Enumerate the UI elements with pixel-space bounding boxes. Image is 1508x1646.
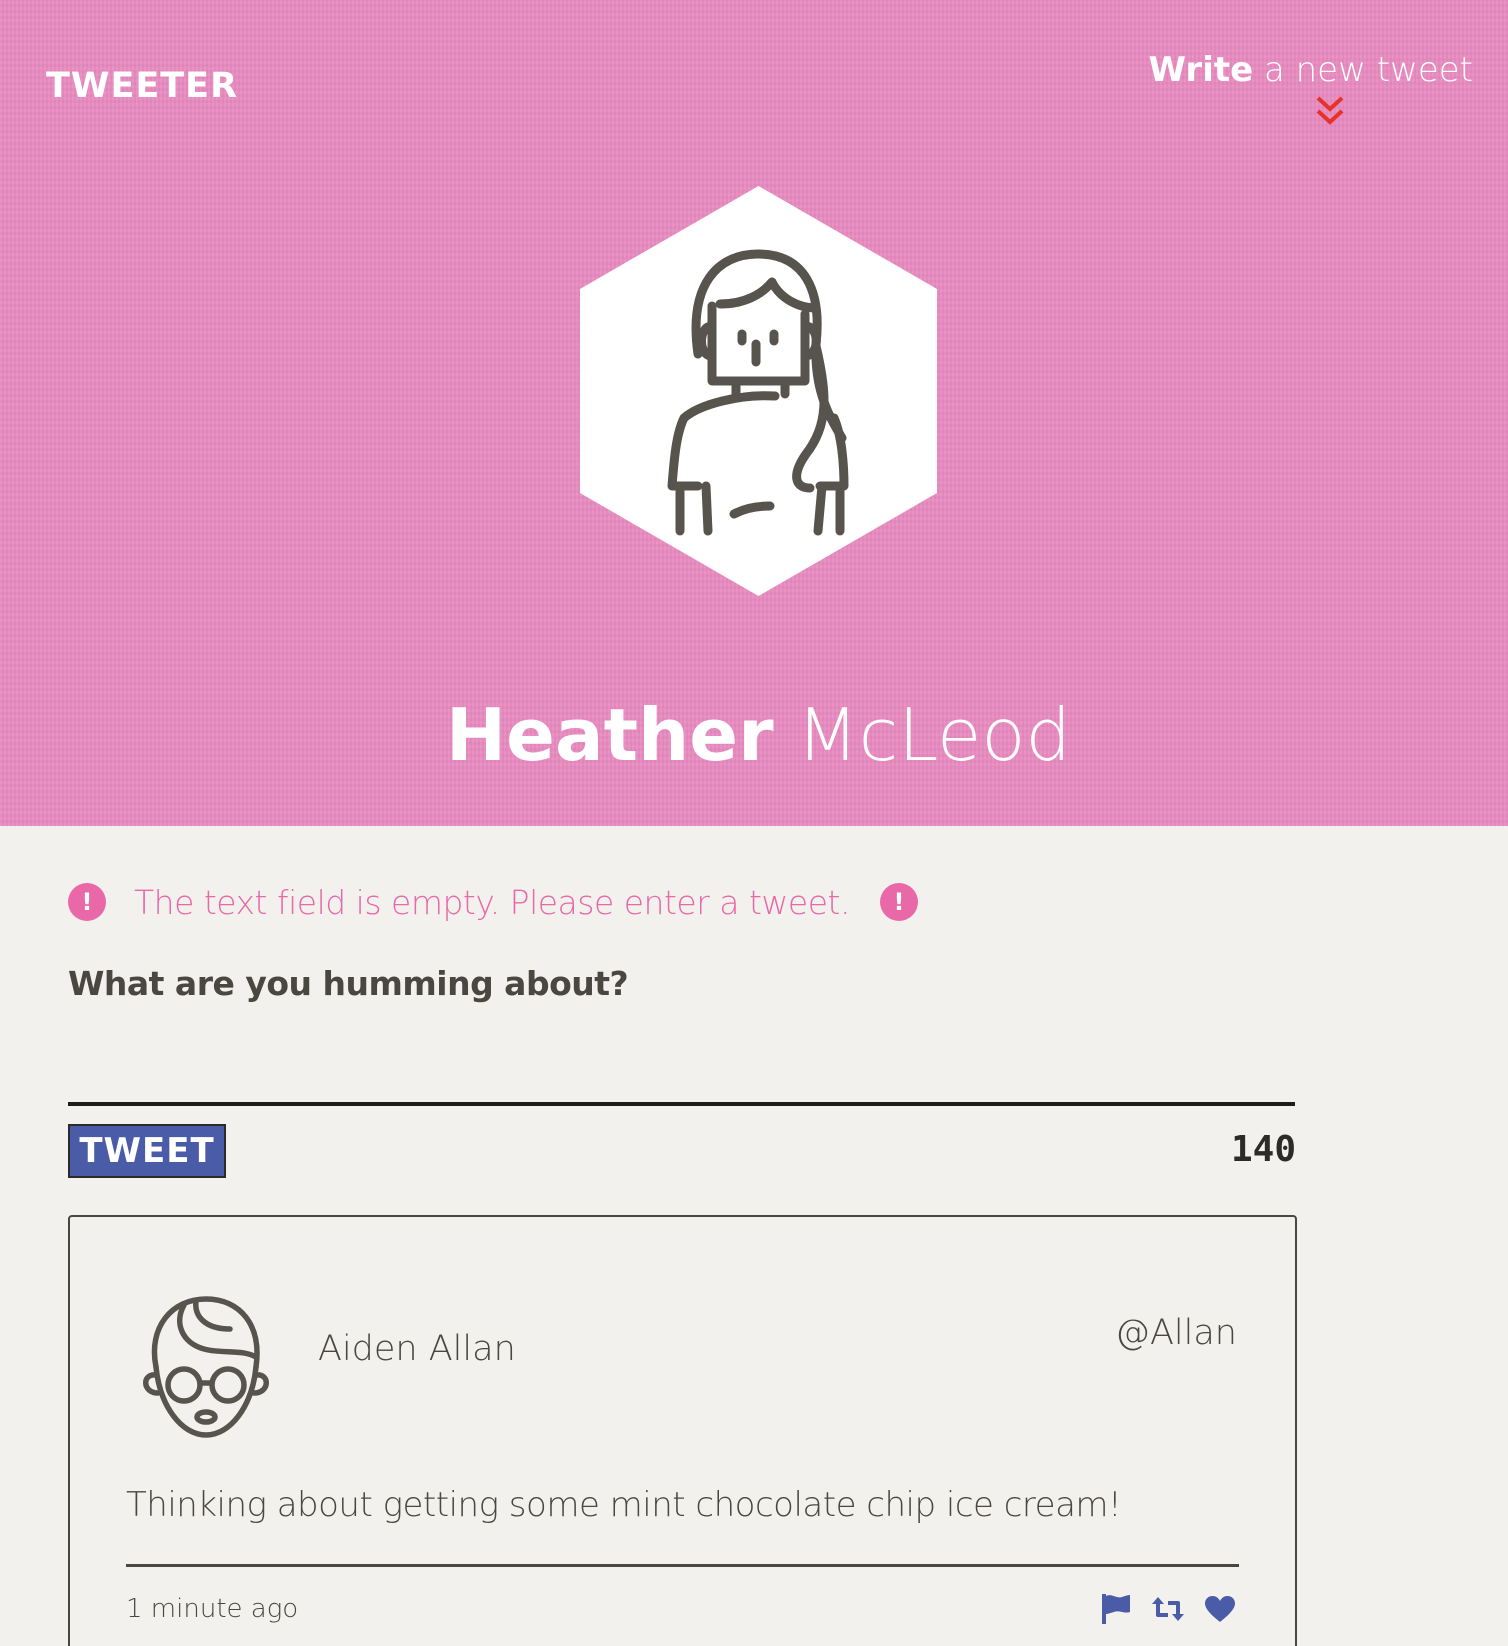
tweet-timestamp: 1 minute ago (126, 1594, 299, 1624)
flag-icon[interactable] (1099, 1592, 1133, 1626)
retweet-icon[interactable] (1151, 1592, 1185, 1626)
error-text: The text field is empty. Please enter a … (134, 882, 850, 922)
tweet-submit-button[interactable]: TWEET (68, 1124, 226, 1178)
error-message: ! The text field is empty. Please enter … (68, 880, 918, 924)
profile-header: TWEETER Write a new tweet Heather McLeod (0, 0, 1508, 826)
tweet-card: Aiden Allan @Allan Thinking about gettin… (68, 1215, 1297, 1646)
compose-link-strong: Write (1148, 50, 1254, 90)
compose-link-rest: a new tweet (1253, 50, 1473, 90)
profile-last-name: McLeod (796, 693, 1072, 777)
app-logo[interactable]: TWEETER (46, 66, 238, 106)
character-counter: 140 (1230, 1129, 1296, 1170)
tweet-author-handle[interactable]: @Allan (1115, 1313, 1237, 1353)
heart-icon[interactable] (1203, 1592, 1237, 1626)
tweet-text-input[interactable] (68, 1010, 1295, 1106)
write-new-tweet-link[interactable]: Write a new tweet (1149, 50, 1473, 90)
tweet-actions (1099, 1592, 1237, 1626)
man-with-glasses-avatar-icon (143, 1296, 269, 1438)
compose-label: What are you humming about? (68, 964, 629, 1003)
profile-name: Heather McLeod (0, 690, 1508, 780)
woman-avatar-icon (580, 186, 937, 596)
tweet-content: Thinking about getting some mint chocola… (126, 1485, 1122, 1525)
tweet-author-name: Aiden Allan (318, 1329, 516, 1369)
profile-first-name: Heather (445, 693, 774, 777)
tweet-divider (126, 1564, 1239, 1567)
exclamation-icon: ! (879, 883, 918, 921)
exclamation-icon: ! (68, 883, 106, 921)
double-chevron-down-icon[interactable] (1312, 94, 1348, 130)
